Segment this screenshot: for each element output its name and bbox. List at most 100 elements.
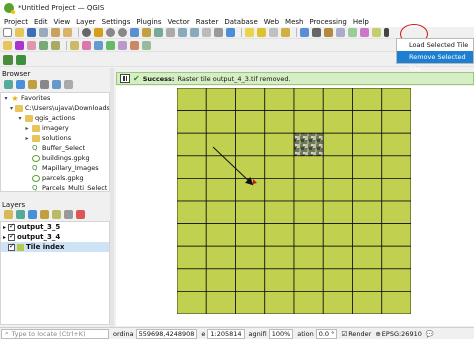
expand-all-icon[interactable] — [52, 210, 61, 219]
index-tile[interactable] — [205, 223, 236, 247]
index-tile[interactable] — [235, 290, 266, 314]
index-tile[interactable] — [264, 200, 295, 225]
text-annotation-icon[interactable] — [348, 28, 357, 37]
deselect-icon[interactable] — [269, 28, 278, 37]
index-tile[interactable] — [293, 200, 324, 225]
menu-web[interactable]: Web — [264, 18, 279, 26]
label-pin-icon[interactable] — [82, 41, 91, 50]
menu-help[interactable]: Help — [353, 18, 369, 26]
open-project-icon[interactable] — [15, 28, 24, 37]
index-tile[interactable] — [264, 245, 295, 270]
layout-manager-icon[interactable] — [51, 28, 60, 37]
index-tile[interactable] — [264, 88, 295, 112]
crs-icon[interactable]: ⊕ — [375, 330, 380, 338]
index-tile[interactable] — [352, 290, 383, 314]
index-tile[interactable] — [322, 178, 353, 202]
label-show-hide-icon[interactable] — [94, 41, 103, 50]
index-tile[interactable] — [264, 290, 295, 314]
new-project-icon[interactable] — [3, 28, 12, 37]
menu-item-load-selected-tile[interactable]: Load Selected Tile — [397, 39, 473, 51]
add-layer-icon[interactable] — [4, 80, 13, 89]
label-tool-icon[interactable] — [70, 41, 79, 50]
index-tile[interactable] — [235, 155, 266, 179]
index-tile[interactable] — [381, 245, 411, 270]
field-calculator-icon[interactable] — [324, 28, 333, 37]
enable-properties-icon[interactable] — [52, 80, 61, 89]
index-tile[interactable] — [235, 110, 266, 134]
layer-visibility-checkbox[interactable] — [8, 232, 15, 241]
zoom-native-icon[interactable] — [166, 28, 175, 37]
index-tile[interactable] — [205, 178, 236, 202]
index-tile[interactable] — [177, 155, 207, 179]
index-tile[interactable] — [293, 268, 324, 292]
index-tile[interactable] — [264, 223, 295, 247]
map-tips-icon[interactable] — [336, 28, 345, 37]
save-project-icon[interactable] — [27, 28, 36, 37]
menu-raster[interactable]: Raster — [196, 18, 219, 26]
browser-item[interactable]: ▾ C:\Users\ujava\Downloads — [1, 103, 109, 113]
remove-layer-icon[interactable] — [76, 210, 85, 219]
zoom-next-icon[interactable] — [190, 28, 199, 37]
zoom-in-icon[interactable] — [106, 28, 115, 37]
menu-project[interactable]: Project — [4, 18, 28, 26]
browser-item[interactable]: Q Buffer_Select — [1, 143, 109, 153]
new-map-view-icon[interactable] — [202, 28, 211, 37]
browser-item[interactable]: Q Mapillary_Images — [1, 163, 109, 173]
index-tile[interactable] — [322, 290, 353, 314]
index-tile[interactable] — [205, 110, 236, 134]
index-tile[interactable] — [381, 223, 411, 247]
index-tile[interactable] — [322, 245, 353, 270]
tile-index-map[interactable] — [177, 88, 411, 314]
index-tile[interactable] — [293, 178, 324, 202]
index-tile[interactable] — [352, 132, 383, 157]
zoom-to-selection-icon[interactable] — [142, 28, 151, 37]
index-tile[interactable] — [381, 88, 411, 112]
temporal-controller-icon[interactable] — [214, 28, 223, 37]
index-tile[interactable] — [352, 155, 383, 179]
menu-item-remove-selected-tile[interactable]: Remove Selected Tile — [397, 51, 473, 73]
index-tile[interactable] — [177, 200, 207, 225]
index-tile[interactable] — [177, 290, 207, 314]
browser-item[interactable]: ▾ qgis_actions — [1, 113, 109, 123]
index-tile[interactable] — [205, 245, 236, 270]
locator-search-input[interactable]: ⌕ Type to locate (Ctrl+K) — [1, 328, 109, 339]
chevron-down-icon[interactable]: ▾ — [17, 115, 23, 122]
messages-icon[interactable]: 💬 — [426, 330, 434, 338]
layer-row[interactable]: ▸ output_3_4 — [1, 232, 109, 242]
rotation-field[interactable]: 0.0 ° — [315, 328, 338, 339]
manage-map-themes-icon[interactable] — [28, 210, 37, 219]
index-tile[interactable] — [322, 200, 353, 225]
index-tile[interactable] — [177, 223, 207, 247]
index-tile[interactable] — [205, 132, 236, 157]
index-tile[interactable] — [352, 268, 383, 292]
menu-view[interactable]: View — [54, 18, 71, 26]
diagram-icon[interactable] — [142, 41, 151, 50]
magnifier-field[interactable]: 100% — [268, 328, 294, 339]
pause-icon[interactable] — [120, 74, 130, 83]
index-tile[interactable] — [205, 268, 236, 292]
index-tile[interactable] — [322, 88, 353, 112]
index-tile[interactable] — [293, 245, 324, 270]
index-tile[interactable] — [235, 88, 266, 112]
index-tile[interactable] — [381, 155, 411, 179]
measure-icon[interactable] — [360, 28, 369, 37]
index-tile[interactable] — [352, 245, 383, 270]
chevron-right-icon[interactable]: ▸ — [24, 135, 30, 142]
index-tile[interactable] — [322, 223, 353, 247]
index-tile[interactable] — [235, 223, 266, 247]
index-tile[interactable] — [293, 88, 324, 112]
attribute-table-icon[interactable] — [300, 28, 309, 37]
index-tile[interactable] — [205, 155, 236, 179]
browser-item[interactable]: Q Parcels_Multi_Select — [1, 183, 109, 191]
filter-legend-icon[interactable] — [40, 210, 49, 219]
browser-item[interactable]: ▸ imagery — [1, 123, 109, 133]
collapse-all-icon[interactable] — [64, 210, 73, 219]
index-tile[interactable] — [177, 178, 207, 202]
layer-row[interactable]: ▸ output_3_5 — [1, 222, 109, 232]
chevron-right-icon[interactable]: ▸ — [1, 234, 8, 241]
add-feature-icon[interactable] — [27, 41, 36, 50]
zoom-full-icon[interactable] — [130, 28, 139, 37]
tile-index-plugin-icon[interactable] — [372, 28, 381, 37]
index-tile[interactable] — [264, 155, 295, 179]
label-change-icon[interactable] — [130, 41, 139, 50]
